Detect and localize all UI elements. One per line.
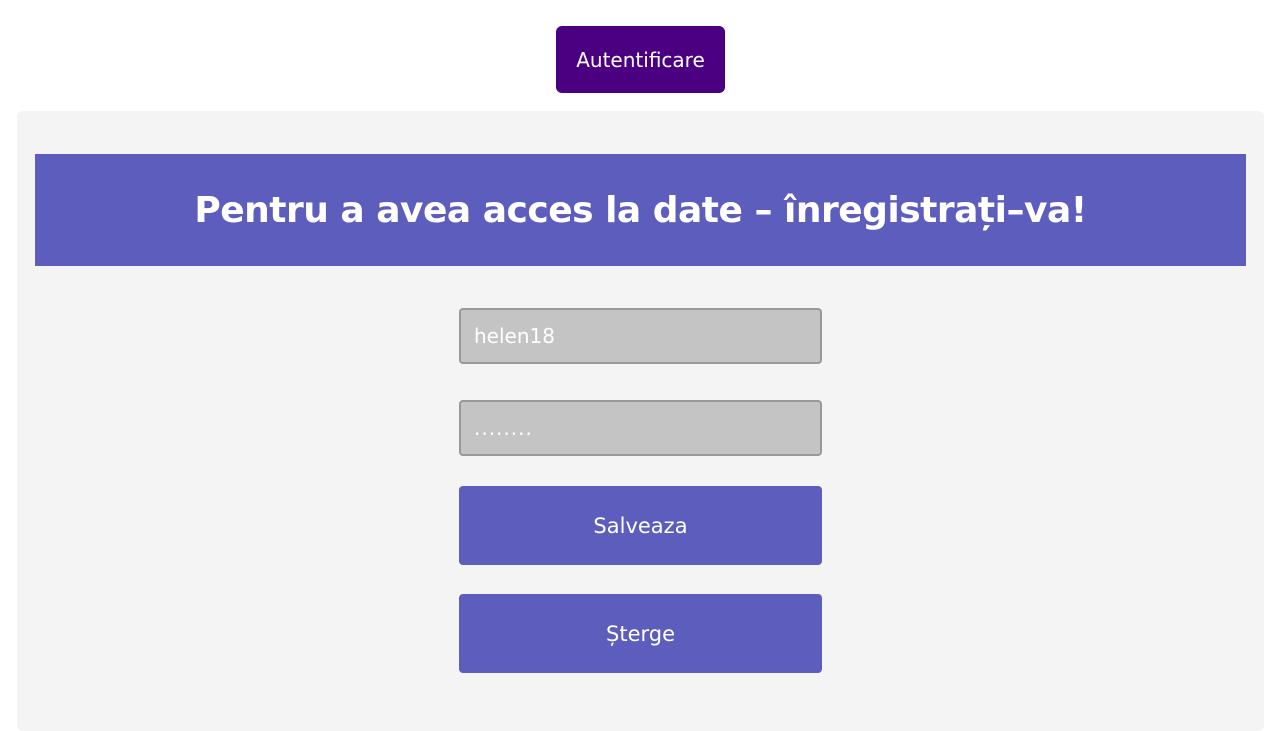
delete-button[interactable]: Șterge xyxy=(459,594,822,673)
password-field[interactable] xyxy=(459,400,822,456)
page-title: Pentru a avea acces la date – înregistra… xyxy=(194,189,1087,231)
username-field[interactable] xyxy=(459,308,822,364)
save-button[interactable]: Salveaza xyxy=(459,486,822,565)
top-bar: Autentificare xyxy=(0,0,1280,110)
registration-banner: Pentru a avea acces la date – înregistra… xyxy=(35,154,1246,266)
registration-panel: Pentru a avea acces la date – înregistra… xyxy=(17,111,1264,731)
login-button[interactable]: Autentificare xyxy=(556,26,725,93)
